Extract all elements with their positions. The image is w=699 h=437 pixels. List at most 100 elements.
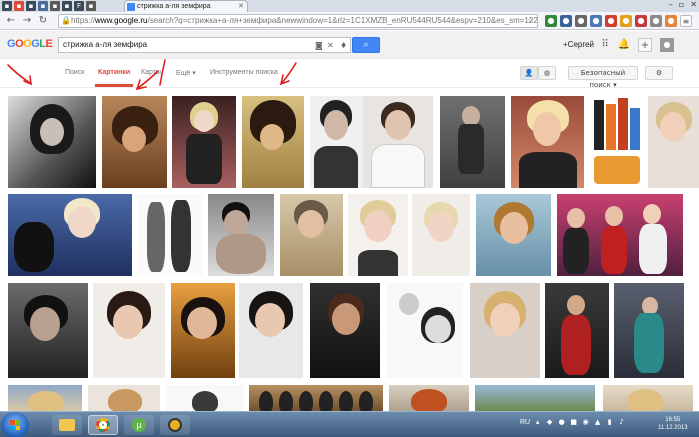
maximize-icon[interactable]: ▫ [679, 0, 684, 9]
search-input[interactable]: стрижка а-ля земфира ◙ ✕ ♦ [58, 37, 351, 53]
extension-icon[interactable]: ● [665, 15, 677, 27]
network-icon[interactable]: ▮ [605, 418, 614, 427]
tray-icon[interactable]: ● [557, 418, 566, 427]
volume-icon[interactable]: ♪ [617, 418, 626, 427]
taskbar-app-utorrent[interactable]: µ [124, 415, 154, 435]
search-icon: ⌕ [363, 40, 369, 50]
image-result[interactable] [8, 385, 82, 411]
image-result[interactable] [389, 385, 469, 411]
private-results-icon[interactable]: 👤 [520, 66, 538, 80]
google-logo[interactable]: GOOGLE [7, 38, 53, 50]
image-result[interactable] [603, 385, 693, 411]
tray-icon[interactable]: ▲ [593, 418, 602, 427]
image-result[interactable] [102, 96, 167, 188]
pinned-tab-icon[interactable]: ▪ [38, 1, 48, 11]
image-result[interactable] [249, 385, 383, 411]
image-result[interactable] [590, 96, 644, 188]
extension-icon[interactable]: ● [575, 15, 587, 27]
microphone-icon[interactable]: ♦ [340, 39, 347, 53]
gear-icon[interactable]: ⚙ [645, 66, 673, 80]
safe-search-dropdown[interactable]: Безопасный поиск ▾ [568, 66, 638, 89]
search-tabs-bar: Поиск Картинки Карты Ещё ▾ Инструменты п… [0, 60, 699, 89]
tab-search-tools[interactable]: Инструменты поиска [210, 69, 278, 76]
tab-more[interactable]: Ещё ▾ [176, 69, 196, 77]
image-result[interactable] [310, 96, 363, 188]
image-result[interactable] [511, 96, 584, 188]
image-result[interactable] [470, 283, 540, 378]
pinned-tab-icon[interactable]: ▪ [86, 1, 96, 11]
image-result[interactable] [545, 283, 609, 378]
close-tab-icon[interactable]: ✕ [238, 1, 244, 12]
taskbar-app-player[interactable] [160, 415, 190, 435]
pinned-tab-icon[interactable]: ▪ [2, 1, 12, 11]
image-result[interactable] [8, 96, 96, 188]
pinned-tab-icon[interactable]: ▪ [62, 1, 72, 11]
image-result[interactable] [363, 96, 433, 188]
avatar[interactable]: ● [660, 38, 674, 52]
bell-icon[interactable]: 🔔 [617, 38, 631, 52]
image-result[interactable] [166, 385, 244, 411]
extension-icon[interactable]: ● [545, 15, 557, 27]
close-icon[interactable]: ✕ [327, 39, 334, 53]
extension-icon[interactable]: ● [620, 15, 632, 27]
image-result[interactable] [310, 283, 380, 378]
image-result[interactable] [208, 194, 274, 276]
lock-icon: 🔒 [61, 16, 71, 25]
minimize-icon[interactable]: – [669, 0, 673, 9]
clock[interactable]: 16:55 11.12.2013 [658, 416, 688, 432]
image-result[interactable] [412, 194, 470, 276]
start-button[interactable] [1, 412, 29, 437]
tray-icon[interactable]: ■ [569, 418, 578, 427]
image-result[interactable] [348, 194, 408, 276]
tab-search[interactable]: Поиск [65, 69, 84, 76]
tray-icon[interactable]: ◆ [545, 418, 554, 427]
search-button[interactable]: ⌕ [352, 37, 380, 53]
active-browser-tab[interactable]: стрижка а-ля земфира ✕ [124, 0, 248, 12]
bookmark-star-icon[interactable]: ☆ [527, 15, 534, 27]
camera-icon[interactable]: ◙ [315, 39, 323, 53]
image-result[interactable] [171, 283, 235, 378]
taskbar-app-chrome[interactable] [88, 415, 118, 435]
chrome-menu-icon[interactable]: ≡ [680, 15, 692, 27]
image-result[interactable] [8, 194, 132, 276]
apps-grid-icon[interactable]: ⠿ [598, 38, 612, 52]
extension-icon[interactable]: ● [560, 15, 572, 27]
tray-icon[interactable]: ◉ [581, 418, 590, 427]
image-result[interactable] [557, 194, 683, 276]
extension-icon[interactable]: ● [590, 15, 602, 27]
pinned-tab-icon[interactable]: ▪ [14, 1, 24, 11]
address-bar[interactable]: 🔒 https://www.google.ru/search?q=стрижка… [58, 14, 538, 28]
forward-icon[interactable]: → [20, 14, 34, 28]
public-results-icon[interactable]: ◍ [538, 66, 556, 80]
extension-icon[interactable]: ● [650, 15, 662, 27]
image-result[interactable] [614, 283, 684, 378]
language-indicator[interactable]: RU [520, 419, 530, 426]
share-plus-icon[interactable]: + [638, 38, 652, 52]
back-icon[interactable]: ← [4, 14, 18, 28]
image-result[interactable] [387, 283, 463, 378]
tab-images[interactable]: Картинки [98, 69, 130, 76]
extension-icon[interactable]: ● [605, 15, 617, 27]
image-result[interactable] [137, 194, 203, 276]
pinned-tab-icon[interactable]: ▪ [50, 1, 60, 11]
image-result[interactable] [172, 96, 236, 188]
image-result[interactable] [475, 385, 595, 411]
extension-icon[interactable]: ● [635, 15, 647, 27]
reload-icon[interactable]: ↻ [36, 14, 50, 28]
image-result[interactable] [93, 283, 165, 378]
image-result[interactable] [280, 194, 343, 276]
image-result[interactable] [88, 385, 160, 411]
pinned-tab-letter-icon[interactable]: F [74, 1, 84, 11]
image-result[interactable] [476, 194, 551, 276]
tab-maps[interactable]: Карты [141, 69, 161, 76]
image-result[interactable] [440, 96, 505, 188]
image-result[interactable] [8, 283, 88, 378]
image-result[interactable] [242, 96, 304, 188]
close-window-icon[interactable]: ✕ [690, 0, 697, 9]
tray-icon[interactable]: ▴ [533, 418, 542, 427]
pinned-tab-icon[interactable]: ▪ [26, 1, 36, 11]
image-result[interactable] [239, 283, 303, 378]
image-result[interactable] [648, 96, 699, 188]
taskbar-app-folder[interactable] [52, 415, 82, 435]
user-link[interactable]: +Сергей [563, 40, 594, 49]
